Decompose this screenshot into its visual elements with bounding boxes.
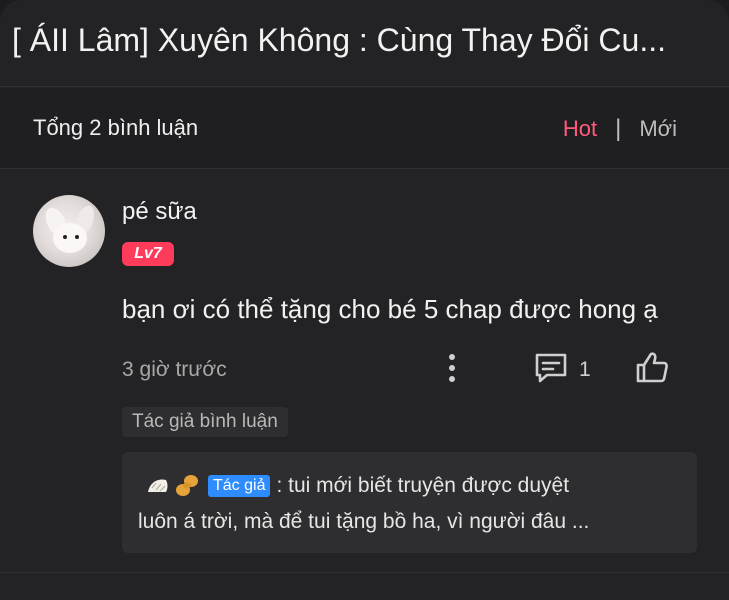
sort-hot-tab[interactable]: Hot: [563, 116, 597, 142]
avatar-eye-right: [75, 235, 79, 239]
level-badge: Lv7: [122, 242, 174, 266]
reply-text-line-1: : tui mới biết truyện được duyệt: [276, 474, 570, 497]
sort-new-tab[interactable]: Mới: [639, 116, 677, 142]
comment-time: 3 giờ trước: [122, 358, 227, 381]
thumbs-up-icon[interactable]: [634, 350, 670, 384]
page-title: [ ÁII Lâm] Xuyên Không : Cùng Thay Đổi C…: [12, 22, 666, 58]
more-vertical-icon[interactable]: [444, 352, 460, 384]
comment-icon[interactable]: [533, 351, 569, 383]
reply-count: 1: [579, 358, 591, 381]
sort-tabs: Hot | Mới: [563, 115, 677, 143]
total-comments-label: Tổng 2 bình luận: [33, 115, 199, 140]
comment-username[interactable]: pé sữa: [122, 198, 197, 226]
dumpling-icon: [148, 479, 168, 492]
author-badge: Tác giả: [208, 475, 271, 497]
comments-summary-bar: Tổng 2 bình luận Hot | Mới: [0, 88, 729, 168]
avatar-face: [53, 223, 87, 253]
reply-line-1: Tác giả : tui mới biết truyện được duyệt: [146, 474, 569, 498]
sort-separator: |: [615, 115, 622, 142]
avatar[interactable]: [33, 195, 105, 267]
avatar-eye-left: [63, 235, 67, 239]
summary-divider: [0, 168, 729, 169]
author-commented-tag: Tác giả bình luận: [122, 407, 288, 437]
reply-text-line-2: luôn á trời, mà để tui tặng bồ ha, vì ng…: [138, 510, 590, 533]
comments-sheet: [ ÁII Lâm] Xuyên Không : Cùng Thay Đổi C…: [0, 0, 729, 600]
peanut-icon: [176, 475, 198, 496]
bottom-divider: [0, 572, 729, 573]
header-divider: [0, 86, 729, 87]
comment-text: bạn ơi có thể tặng cho bé 5 chap được ho…: [122, 294, 658, 324]
author-reply-preview[interactable]: Tác giả : tui mới biết truyện được duyệt…: [122, 452, 697, 553]
